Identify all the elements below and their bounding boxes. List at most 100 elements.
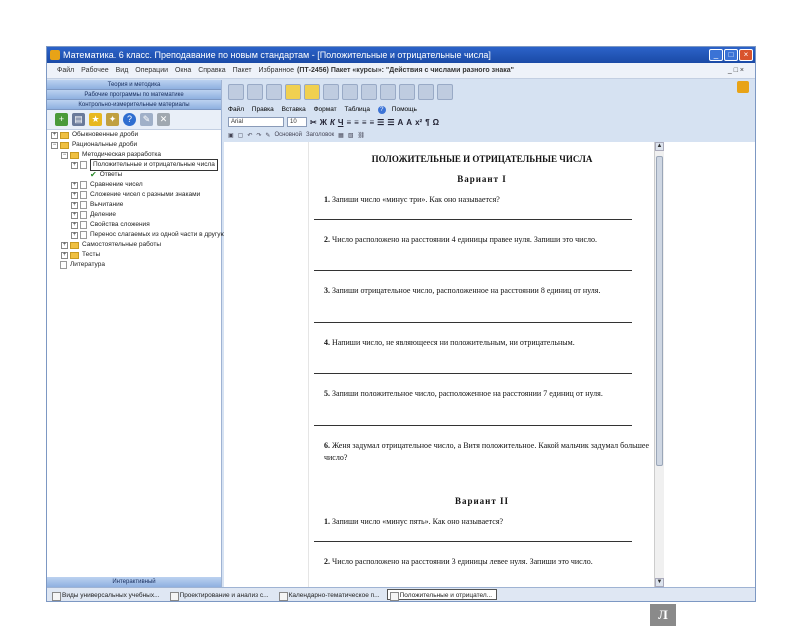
scroll-up-icon[interactable]: ▲ (655, 142, 664, 151)
menu-work[interactable]: Рабочее (81, 67, 109, 74)
image-icon[interactable]: ▧ (348, 132, 354, 139)
tree-node[interactable]: + Положительные и отрицательные числа (47, 159, 221, 171)
font-select[interactable]: Arial (228, 117, 284, 127)
tree-expander-icon[interactable]: + (71, 161, 78, 169)
delete-x-icon[interactable]: ✕ (157, 113, 170, 126)
cut-icon[interactable]: ✂ (310, 118, 317, 127)
tree-expander-icon[interactable]: + (51, 131, 58, 139)
tree-node[interactable]: + Деление (47, 210, 221, 220)
menu-view[interactable]: Вид (116, 67, 129, 74)
refresh-icon[interactable] (361, 84, 377, 100)
preview-icon[interactable] (247, 84, 263, 100)
columns-icon[interactable] (342, 84, 358, 100)
font-color-icon[interactable]: A (398, 118, 404, 127)
tree-expander-icon[interactable]: + (71, 191, 78, 199)
document-page[interactable]: ПОЛОЖИТЕЛЬНЫЕ И ОТРИЦАТЕЛЬНЫЕ ЧИСЛА Вари… (309, 142, 655, 587)
print-large-icon[interactable] (266, 84, 282, 100)
font-shrink-icon[interactable]: A (406, 118, 412, 127)
tree-expander-icon[interactable]: + (71, 211, 78, 219)
link-icon[interactable]: ⛓ (358, 132, 366, 139)
maximize-button[interactable]: □ (724, 49, 738, 61)
underline-icon[interactable]: Ч (338, 118, 344, 127)
help-circle-icon[interactable]: ? (123, 113, 136, 126)
tab-control-materials[interactable]: Контрольно-измерительные материалы (47, 100, 221, 110)
scroll-down-icon[interactable]: ▼ (655, 578, 664, 587)
italic-icon[interactable]: К (330, 118, 335, 127)
tree-node[interactable]: + Тесты (47, 250, 221, 260)
menu-package[interactable]: Пакет (233, 67, 252, 74)
tree-expander-icon[interactable]: + (71, 231, 78, 239)
doc-tab-1[interactable]: Виды универсальных учебных... (49, 589, 165, 601)
menu-operations[interactable]: Операции (135, 67, 168, 74)
edmenu-edit[interactable]: Правка (252, 106, 274, 113)
tab-programs[interactable]: Рабочие программы по математике (47, 90, 221, 100)
omega-icon[interactable]: Ω (433, 118, 439, 127)
tree-node[interactable]: + Обыкновенные дроби (47, 130, 221, 140)
brush-icon[interactable]: ✎ (265, 132, 270, 139)
scroll-thumb[interactable] (656, 156, 663, 466)
tree-node[interactable]: + Сложение чисел с разными знаками (47, 190, 221, 200)
tree-expander-icon[interactable]: − (51, 141, 58, 149)
tab-theory[interactable]: Теория и методика (47, 80, 221, 90)
tree-expander-icon[interactable]: + (71, 221, 78, 229)
book-icon[interactable] (399, 84, 415, 100)
grid-icon[interactable] (418, 84, 434, 100)
align-left-icon[interactable]: ≡ (346, 118, 351, 127)
wand-large-icon[interactable] (304, 84, 320, 100)
edmenu-table[interactable]: Таблица (344, 106, 370, 113)
tree-node[interactable]: + Вычитание (47, 200, 221, 210)
save-icon[interactable] (228, 84, 244, 100)
print-icon[interactable]: ▤ (72, 113, 85, 126)
edmenu-format[interactable]: Формат (314, 106, 337, 113)
edmenu-file[interactable]: Файл (228, 106, 244, 113)
size-select[interactable]: 10 (287, 117, 307, 127)
numbered-list-icon[interactable]: ☰ (387, 118, 394, 127)
menu-help[interactable]: Справка (198, 67, 225, 74)
doc-tab-3[interactable]: Календарно-тематическое п... (276, 589, 385, 601)
align-center-icon[interactable]: ≡ (354, 118, 359, 127)
bold-icon[interactable]: Ж (320, 118, 327, 127)
star-icon[interactable] (285, 84, 301, 100)
style-select[interactable]: Основной (274, 132, 302, 138)
paste-icon[interactable]: ▣ (228, 132, 234, 139)
tree-node[interactable]: + Самостоятельные работы (47, 240, 221, 250)
edmenu-help[interactable]: ? Помощь (377, 106, 423, 114)
edit-icon[interactable]: ✎ (140, 113, 153, 126)
document-view[interactable]: ПОЛОЖИТЕЛЬНЫЕ И ОТРИЦАТЕЛЬНЫЕ ЧИСЛА Вари… (224, 142, 755, 587)
layout-icon[interactable] (323, 84, 339, 100)
vertical-scrollbar[interactable]: ▲ ▼ (654, 142, 664, 587)
superscript-icon[interactable]: x² (415, 118, 422, 127)
favorite-star-icon[interactable]: ★ (89, 113, 102, 126)
table-icon[interactable]: ▦ (338, 132, 344, 139)
tree-node[interactable]: + Свойства сложения (47, 220, 221, 230)
tree-node[interactable]: ✔ Ответы (47, 170, 221, 180)
menu-favorites[interactable]: Избранное (259, 67, 294, 74)
tree-expander-icon[interactable]: + (61, 241, 68, 249)
tree-expander-icon[interactable]: + (71, 181, 78, 189)
tab-interactive[interactable]: Интерактивный (47, 577, 221, 587)
doc-tab-2[interactable]: Проектирование и анализ с... (167, 589, 274, 601)
tree-node[interactable]: + Перенос слагаемых из одной части в друг… (47, 230, 225, 240)
doc-tab-4[interactable]: Положительные и отрицател... (386, 589, 498, 601)
pilcrow-icon[interactable]: ¶ (425, 118, 429, 127)
text-icon[interactable] (380, 84, 396, 100)
tree-node[interactable]: + Сравнение чисел (47, 180, 221, 190)
menu-windows[interactable]: Окна (175, 67, 191, 74)
tree-node[interactable]: − Рациональные дроби (47, 140, 221, 150)
menu-file[interactable]: Файл (57, 67, 74, 74)
tree-expander-icon[interactable]: − (61, 151, 68, 159)
align-right-icon[interactable]: ≡ (362, 118, 367, 127)
tree-expander-icon[interactable]: + (71, 201, 78, 209)
justify-icon[interactable]: ≡ (370, 118, 375, 127)
copy-icon[interactable]: ▢ (238, 132, 244, 139)
tree-expander-icon[interactable]: + (61, 251, 68, 259)
wand-icon[interactable]: ✦ (106, 113, 119, 126)
export-icon[interactable] (437, 84, 453, 100)
undo-icon[interactable]: ↶ (247, 132, 252, 139)
minimize-button[interactable]: _ (709, 49, 723, 61)
close-button[interactable]: × (739, 49, 753, 61)
edmenu-insert[interactable]: Вставка (282, 106, 306, 113)
list-icon[interactable]: ☰ (377, 118, 384, 127)
tree-node[interactable]: Литература (47, 260, 221, 270)
heading-select[interactable]: Заголовок (306, 132, 334, 138)
